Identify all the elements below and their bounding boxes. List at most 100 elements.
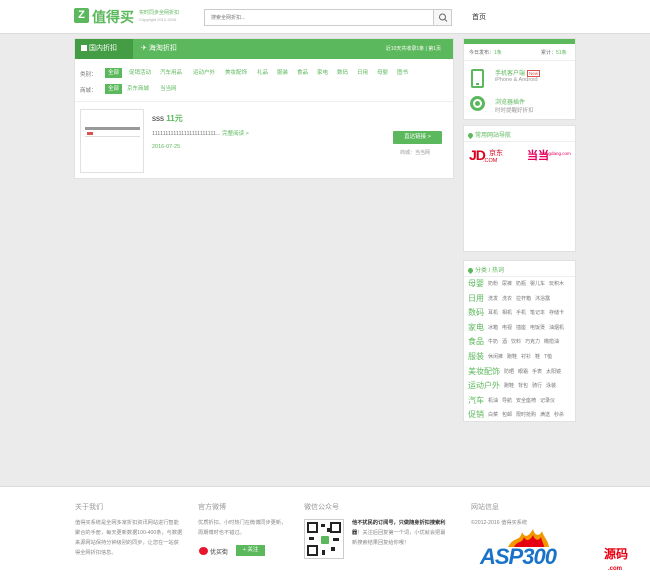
list-divider — [75, 101, 453, 102]
category-chip[interactable]: 日用 — [357, 68, 368, 78]
search-box — [204, 9, 452, 26]
hot-word-link[interactable]: 防晒 — [504, 368, 514, 375]
hot-word-link[interactable]: 洗发 — [488, 295, 498, 302]
category-chip[interactable]: 食品 — [297, 68, 308, 78]
hot-word-link[interactable]: 笔记本 — [530, 309, 545, 316]
read-more-link[interactable]: 完整阅读 > — [222, 131, 249, 137]
deal-thumbnail[interactable] — [80, 109, 144, 173]
search-input[interactable] — [205, 10, 433, 25]
category-link[interactable]: 日用 — [468, 293, 484, 304]
hot-word-link[interactable]: 安全座椅 — [516, 397, 536, 404]
category-chip[interactable]: 美妆配饰 — [225, 68, 247, 78]
hot-word-link[interactable]: 机油 — [488, 397, 498, 404]
category-link[interactable]: 运动户外 — [468, 380, 500, 391]
hot-word-link[interactable]: 太阳镜 — [546, 368, 561, 375]
hot-word-link[interactable]: 跑鞋 — [504, 382, 514, 389]
category-row: 促销 白菜 包邮 限时抢购 满送 秒杀 — [468, 409, 574, 421]
category-chip[interactable]: 母婴 — [377, 68, 388, 78]
deal-title[interactable]: sss 11元 — [152, 113, 183, 124]
browser-plugin-sub: 时时提醒好折扣 — [495, 108, 534, 114]
hot-word-link[interactable]: 橄榄油 — [544, 338, 559, 345]
qr-marker — [307, 545, 318, 556]
category-chip[interactable]: 促销活动 — [129, 68, 151, 78]
hot-word-link[interactable]: 电饭煲 — [530, 324, 545, 331]
category-link[interactable]: 数码 — [468, 307, 484, 318]
hot-word-link[interactable]: 骑行 — [532, 382, 542, 389]
category-chip[interactable]: 图书 — [397, 68, 408, 78]
hot-word-link[interactable]: 玩积木 — [549, 280, 564, 287]
tab-domestic[interactable]: 国内折扣 — [75, 39, 133, 59]
category-chip[interactable]: 家电 — [317, 68, 328, 78]
hot-word-link[interactable]: 泳装 — [546, 382, 556, 389]
browser-plugin-link[interactable]: 浏览器插件 — [495, 97, 525, 106]
hot-word-link[interactable]: 衬衫 — [521, 353, 531, 360]
category-link[interactable]: 家电 — [468, 322, 484, 333]
hot-word-link[interactable]: 拉杆箱 — [516, 295, 531, 302]
hot-word-link[interactable]: 耳机 — [488, 309, 498, 316]
hot-word-link[interactable]: 酒 — [502, 338, 507, 345]
tab-overseas[interactable]: ✈ 海淘折扣 — [135, 39, 195, 59]
hot-word-link[interactable]: 尿裤 — [502, 280, 512, 287]
hot-word-link[interactable]: 白菜 — [488, 411, 498, 418]
hot-word-link[interactable]: 奶瓶 — [516, 280, 526, 287]
category-chip[interactable]: 服装 — [277, 68, 288, 78]
watermark-url: .com — [608, 566, 623, 572]
hot-word-link[interactable]: 冰箱 — [488, 324, 498, 331]
category-chip[interactable]: 礼品 — [257, 68, 268, 78]
category-row: 母婴 奶粉 尿裤 奶瓶 婴儿车 玩积木 — [468, 278, 574, 290]
hot-word-link[interactable]: 手机 — [516, 309, 526, 316]
stat-today: 今日发布：1条 — [469, 49, 502, 56]
hot-word-link[interactable]: T恤 — [544, 353, 552, 360]
hot-word-link[interactable]: 鞋 — [535, 353, 540, 360]
hot-word-link[interactable]: 包邮 — [502, 411, 512, 418]
hot-word-link[interactable]: 导航 — [502, 397, 512, 404]
mall-chip[interactable]: 当当网 — [160, 84, 177, 94]
direct-link-button[interactable]: 直达链接 > — [393, 131, 442, 144]
wechat-text-part: 他不扰民的订阅号，只做 — [352, 520, 410, 526]
category-link[interactable]: 汽车 — [468, 395, 484, 406]
hot-word-link[interactable]: 满送 — [540, 411, 550, 418]
category-link[interactable]: 促销 — [468, 409, 484, 420]
mobile-app-link[interactable]: 手机客户端 New — [495, 68, 541, 77]
thumb-accent — [87, 132, 93, 135]
weibo-follow-button[interactable]: + 关注 — [236, 545, 265, 556]
search-button[interactable] — [433, 10, 451, 25]
category-chip[interactable]: 数码 — [337, 68, 348, 78]
nav-home-link[interactable]: 首页 — [472, 12, 486, 22]
hot-word-link[interactable]: 秒杀 — [554, 411, 564, 418]
hot-word-link[interactable]: 饮料 — [511, 338, 521, 345]
hot-word-link[interactable]: 休闲裤 — [488, 353, 503, 360]
hot-word-link[interactable]: 牛奶 — [488, 338, 498, 345]
hot-word-link[interactable]: 背包 — [518, 382, 528, 389]
weibo-account-name[interactable]: 优买街 — [210, 547, 228, 556]
mall-chip[interactable]: 京东商城 — [127, 84, 149, 94]
category-link[interactable]: 食品 — [468, 336, 484, 347]
hot-word-link[interactable]: 眼霜 — [518, 368, 528, 375]
stat-total-value: 51条 — [556, 50, 567, 56]
search-icon — [439, 13, 448, 22]
category-chip[interactable]: 运动户外 — [193, 68, 215, 78]
stat-today-label: 今日发布： — [469, 50, 495, 56]
hot-word-link[interactable]: 手表 — [532, 368, 542, 375]
hot-word-link[interactable]: 插座 — [516, 324, 526, 331]
hot-word-link[interactable]: 电视 — [502, 324, 512, 331]
hot-word-link[interactable]: 相机 — [502, 309, 512, 316]
hot-word-link[interactable]: 巧克力 — [525, 338, 540, 345]
logo-icon[interactable]: Z — [74, 8, 89, 23]
hot-word-link[interactable]: 限时抢购 — [516, 411, 536, 418]
category-link[interactable]: 美妆配饰 — [468, 366, 500, 377]
category-link[interactable]: 服装 — [468, 351, 484, 362]
hot-word-link[interactable]: 奶粉 — [488, 280, 498, 287]
hot-word-link[interactable]: 洗衣 — [502, 295, 512, 302]
hot-word-link[interactable]: 沐浴露 — [535, 295, 550, 302]
site-logo[interactable]: 值得买 — [92, 7, 134, 27]
category-link[interactable]: 母婴 — [468, 278, 484, 289]
category-chip[interactable]: 汽车用品 — [160, 68, 182, 78]
category-chip[interactable]: 全部 — [105, 68, 123, 78]
hot-word-link[interactable]: 跑鞋 — [507, 353, 517, 360]
hot-word-link[interactable]: 记录仪 — [540, 397, 555, 404]
hot-word-link[interactable]: 油烟机 — [549, 324, 564, 331]
mall-chip[interactable]: 全部 — [105, 84, 123, 94]
hot-word-link[interactable]: 存储卡 — [549, 309, 564, 316]
hot-word-link[interactable]: 婴儿车 — [530, 280, 545, 287]
